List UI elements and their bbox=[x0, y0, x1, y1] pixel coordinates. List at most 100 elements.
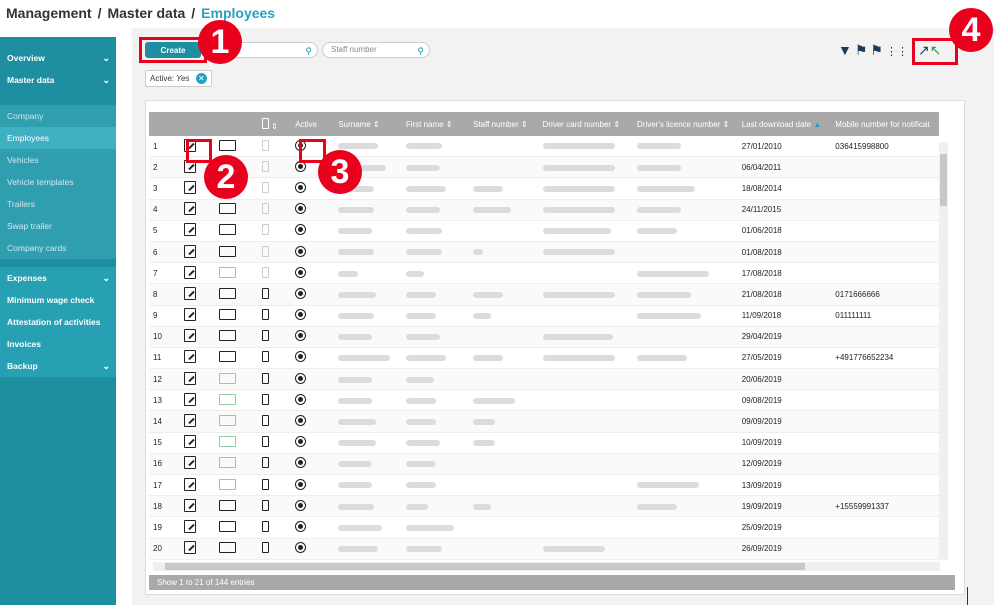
sidebar-item-attestation[interactable]: Attestation of activities bbox=[0, 311, 116, 333]
breadcrumb-master-data[interactable]: Master data bbox=[107, 5, 185, 21]
bookmark-add-icon[interactable]: ⚑ bbox=[870, 42, 883, 58]
column-settings-icon[interactable]: ⋮⋮ bbox=[886, 46, 908, 58]
driver-card-icon[interactable] bbox=[219, 351, 237, 363]
active-radio-icon[interactable] bbox=[295, 393, 307, 405]
active-radio-icon[interactable] bbox=[295, 478, 307, 490]
driver-card-icon[interactable] bbox=[219, 139, 237, 151]
phone-icon[interactable] bbox=[261, 309, 269, 321]
phone-icon[interactable] bbox=[261, 393, 269, 405]
edit-icon[interactable] bbox=[184, 414, 197, 428]
phone-icon[interactable] bbox=[261, 181, 269, 193]
active-radio-icon[interactable] bbox=[295, 372, 307, 384]
sidebar-item-master-data[interactable]: Master data ⌄ bbox=[0, 69, 116, 91]
edit-icon[interactable] bbox=[184, 435, 197, 449]
table-row[interactable]: 3 18/08/2014 bbox=[149, 177, 939, 200]
edit-icon[interactable] bbox=[184, 371, 197, 385]
phone-icon[interactable] bbox=[261, 499, 269, 511]
sidebar-item-company[interactable]: Company bbox=[0, 105, 116, 127]
driver-card-icon[interactable] bbox=[219, 436, 237, 448]
driver-card-icon[interactable] bbox=[219, 542, 237, 554]
edit-icon[interactable] bbox=[184, 244, 197, 258]
sidebar-item-overview[interactable]: Overview ⌄ bbox=[0, 47, 116, 69]
driver-card-icon[interactable] bbox=[219, 266, 237, 278]
edit-icon[interactable] bbox=[184, 223, 197, 237]
sidebar-item-employees[interactable]: Employees bbox=[0, 127, 116, 149]
edit-icon[interactable] bbox=[184, 180, 197, 194]
col-driver-card[interactable]: Driver card number ⇕ bbox=[538, 112, 633, 136]
active-radio-icon[interactable] bbox=[295, 245, 307, 257]
driver-card-icon[interactable] bbox=[219, 393, 237, 405]
table-row[interactable]: 1 27/01/2010 036415998800 bbox=[149, 136, 939, 158]
sidebar-item-swap-trailer[interactable]: Swap trailer bbox=[0, 215, 116, 237]
driver-card-icon[interactable] bbox=[219, 457, 237, 469]
active-radio-icon[interactable] bbox=[295, 520, 307, 532]
col-first-name[interactable]: First name ⇕ bbox=[401, 112, 470, 136]
table-row[interactable]: 14 09/09/2019 bbox=[149, 410, 939, 433]
table-row[interactable]: 16 12/09/2019 bbox=[149, 453, 939, 476]
active-radio-icon[interactable] bbox=[295, 203, 307, 215]
phone-icon[interactable] bbox=[261, 224, 269, 236]
phone-icon[interactable] bbox=[261, 139, 269, 151]
active-radio-icon[interactable] bbox=[295, 542, 307, 554]
bookmark-icon[interactable]: ⚑ bbox=[855, 42, 868, 58]
driver-card-icon[interactable] bbox=[219, 309, 237, 321]
col-staff-number[interactable]: Staff number ⇕ bbox=[469, 112, 539, 136]
filter-icon[interactable]: ▼ bbox=[838, 42, 852, 58]
sidebar-item-vehicle-templates[interactable]: Vehicle templates bbox=[0, 171, 116, 193]
phone-icon[interactable] bbox=[261, 351, 269, 363]
phone-icon[interactable] bbox=[261, 436, 269, 448]
search-icon[interactable]: ⚲ bbox=[417, 44, 424, 58]
driver-card-icon[interactable] bbox=[219, 203, 237, 215]
edit-icon[interactable] bbox=[184, 202, 197, 216]
driver-card-icon[interactable] bbox=[219, 330, 237, 342]
table-row[interactable]: 7 17/08/2018 bbox=[149, 262, 939, 285]
active-radio-icon[interactable] bbox=[295, 224, 307, 236]
sidebar-item-trailers[interactable]: Trailers bbox=[0, 193, 116, 215]
phone-icon[interactable] bbox=[261, 330, 269, 342]
driver-card-icon[interactable] bbox=[219, 415, 237, 427]
phone-icon[interactable] bbox=[261, 203, 269, 215]
table-row[interactable]: 20 26/09/2019 bbox=[149, 538, 939, 560]
active-radio-icon[interactable] bbox=[295, 181, 307, 193]
phone-icon[interactable] bbox=[261, 287, 269, 299]
col-active[interactable]: Active bbox=[291, 112, 335, 136]
sidebar-item-vehicles[interactable]: Vehicles bbox=[0, 149, 116, 171]
edit-icon[interactable] bbox=[184, 308, 197, 322]
phone-icon[interactable] bbox=[261, 415, 269, 427]
table-row[interactable]: 19 25/09/2019 bbox=[149, 516, 939, 539]
table-row[interactable]: 15 10/09/2019 bbox=[149, 432, 939, 454]
edit-icon[interactable] bbox=[184, 498, 197, 512]
phone-icon[interactable] bbox=[261, 160, 269, 172]
scroll-thumb[interactable] bbox=[940, 154, 947, 206]
col-phone[interactable]: ⇕ bbox=[257, 112, 292, 136]
active-radio-icon[interactable] bbox=[295, 499, 307, 511]
driver-card-icon[interactable] bbox=[219, 372, 237, 384]
active-radio-icon[interactable] bbox=[295, 351, 307, 363]
table-row[interactable]: 17 13/09/2019 bbox=[149, 474, 939, 497]
phone-icon[interactable] bbox=[261, 457, 269, 469]
table-row[interactable]: 11 27/05/2019 +491776652234 bbox=[149, 347, 939, 370]
sidebar-item-company-cards[interactable]: Company cards bbox=[0, 237, 116, 259]
active-radio-icon[interactable] bbox=[295, 266, 307, 278]
col-last-download[interactable]: Last download date ▲ bbox=[737, 112, 832, 136]
active-radio-icon[interactable] bbox=[295, 457, 307, 469]
col-surname[interactable]: Surname ⇕ bbox=[334, 112, 402, 136]
phone-icon[interactable] bbox=[261, 372, 269, 384]
active-radio-icon[interactable] bbox=[295, 330, 307, 342]
edit-icon[interactable] bbox=[184, 265, 197, 279]
phone-icon[interactable] bbox=[261, 478, 269, 490]
col-licence[interactable]: Driver's licence number ⇕ bbox=[633, 112, 738, 136]
edit-icon[interactable] bbox=[184, 392, 197, 406]
table-row[interactable]: 5 01/06/2018 bbox=[149, 220, 939, 242]
table-row[interactable]: 18 19/09/2019 +15559991337 bbox=[149, 495, 939, 518]
edit-icon[interactable] bbox=[184, 541, 197, 555]
table-row[interactable]: 4 24/11/2015 bbox=[149, 199, 939, 221]
sidebar-item-backup[interactable]: Backup ⌄ bbox=[0, 355, 116, 377]
close-icon[interactable]: ✕ bbox=[195, 73, 207, 85]
table-row[interactable]: 13 09/08/2019 bbox=[149, 389, 939, 412]
edit-icon[interactable] bbox=[184, 477, 197, 491]
driver-card-icon[interactable] bbox=[219, 478, 237, 490]
driver-card-icon[interactable] bbox=[219, 520, 237, 532]
edit-icon[interactable] bbox=[184, 329, 197, 343]
table-row[interactable]: 8 21/08/2018 0171666666 bbox=[149, 283, 939, 306]
